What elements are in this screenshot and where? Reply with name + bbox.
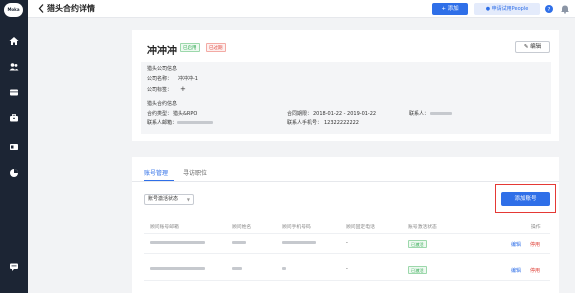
row2-edit-link[interactable]: 编辑 (511, 267, 521, 274)
company-label-label: 公司标签： (147, 87, 173, 93)
add-button[interactable]: + 添加 (432, 3, 468, 15)
moka-logo[interactable]: Moka (4, 3, 23, 17)
chart-icon[interactable] (9, 168, 19, 178)
row1-landline: - (346, 240, 348, 246)
column-header-activation: 账号激活状态 (408, 225, 437, 230)
tab-account-management[interactable]: 账号管理 (144, 170, 168, 178)
contact-phone-value: 12322222222 (324, 120, 359, 126)
row2-landline: - (346, 266, 348, 272)
add-label-button[interactable]: + (180, 86, 186, 93)
accounts-card: 账号管理 寻访职位 账号激活状态 ▼ 添加账号 顾问账号邮箱 顾问姓名 顾问手机… (132, 157, 559, 293)
row2-status-badge: 已激活 (408, 266, 427, 274)
contract-info-box: 猎头公司信息 公司名称： 冲冲冲-1 公司标签： + 猎头合约信息 合约类型： … (141, 62, 551, 134)
contract-period-value: 2018-01-22 - 2019-01-22 (313, 111, 377, 117)
contract-type-value: 猎头&RPO (173, 111, 198, 117)
column-header-landline: 顾问固定电话 (346, 225, 375, 230)
bell-icon[interactable] (560, 4, 570, 14)
row2-disable-link[interactable]: 停用 (530, 267, 540, 274)
row1-mobile-redacted (282, 240, 316, 247)
row2-email-redacted (150, 266, 205, 273)
page-title: 猎头合约详情 (47, 4, 95, 13)
contact-label: 联系人： (409, 111, 430, 117)
filter-placeholder: 账号激活状态 (148, 196, 179, 202)
contract-section-title: 猎头合约信息 (147, 101, 178, 107)
edit-contract-button[interactable]: ✎ 编辑 (515, 41, 550, 53)
briefcase-icon[interactable] (9, 87, 19, 97)
chat-icon[interactable] (9, 262, 19, 272)
users-icon[interactable] (9, 62, 19, 72)
company-section-title: 猎头公司信息 (147, 66, 178, 72)
status-badge-expired: 已过期 (206, 43, 226, 52)
column-header-actions: 操作 (531, 225, 541, 230)
top-bar: 猎头合约详情 + 添加 ● 申请试用People ? (28, 0, 575, 18)
contact-value-redacted (430, 111, 452, 118)
trial-people-button[interactable]: ● 申请试用People (474, 3, 540, 15)
help-icon[interactable]: ? (544, 4, 554, 14)
row1-status-badge: 已激活 (408, 240, 427, 248)
row1-edit-link[interactable]: 编辑 (511, 241, 521, 248)
row2-mobile-redacted (282, 266, 286, 273)
contact-email-label: 联系人邮箱： (147, 120, 178, 126)
contract-period-label: 合同期限： (287, 111, 313, 117)
contact-phone-label: 联系人手机号： (287, 120, 323, 126)
status-badge-enabled: 已启用 (180, 43, 200, 52)
row1-divider (144, 253, 550, 254)
company-name-label: 公司名称： (147, 76, 173, 82)
contact-email-value-redacted (177, 120, 213, 127)
row1-email-redacted (150, 240, 205, 247)
highlight-box (495, 184, 556, 213)
contract-type-label: 合约类型： (147, 111, 173, 117)
row2-name-redacted (232, 266, 242, 273)
user-icon: ● (485, 6, 491, 12)
chevron-left-icon[interactable] (37, 3, 45, 14)
activation-status-filter[interactable]: 账号激活状态 ▼ (144, 194, 194, 205)
contract-card: 冲冲冲 已启用 已过期 ✎ 编辑 猎头公司信息 公司名称： 冲冲冲-1 公司标签… (132, 30, 559, 141)
home-icon[interactable] (9, 36, 19, 46)
pencil-icon: ✎ (523, 44, 529, 50)
svg-text:?: ? (548, 7, 551, 13)
id-card-icon[interactable] (9, 142, 19, 152)
column-header-email: 顾问账号邮箱 (150, 225, 179, 230)
edit-button-label: 编辑 (530, 44, 542, 50)
tab-divider (132, 181, 559, 182)
sidebar: Moka (0, 0, 28, 293)
column-header-name: 顾问姓名 (232, 225, 252, 230)
contract-name: 冲冲冲 (147, 46, 177, 57)
header-divider (144, 233, 550, 234)
row2-divider (144, 280, 550, 281)
trial-button-label: 申请试用People (491, 6, 529, 12)
row1-disable-link[interactable]: 停用 (530, 241, 540, 248)
tab-search-positions[interactable]: 寻访职位 (183, 170, 207, 178)
chevron-down-icon: ▼ (186, 197, 190, 202)
folder-icon[interactable] (9, 113, 19, 123)
company-name-value: 冲冲冲-1 (178, 76, 198, 82)
row1-name-redacted (232, 240, 246, 247)
column-header-mobile: 顾问手机号码 (282, 225, 311, 230)
